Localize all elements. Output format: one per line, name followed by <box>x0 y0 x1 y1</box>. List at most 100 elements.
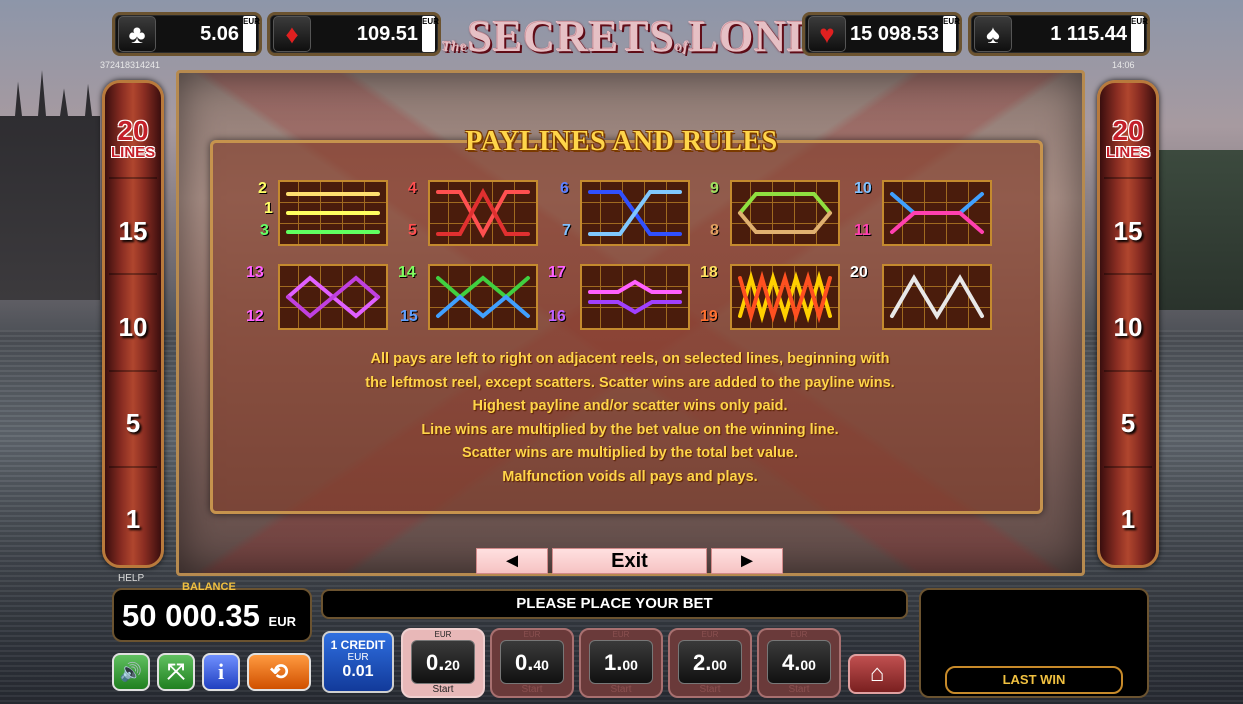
payline-number: 5 <box>408 222 417 239</box>
bet-start-label: Start <box>610 684 632 695</box>
exit-button[interactable]: Exit <box>552 548 707 574</box>
divider <box>1104 370 1152 372</box>
bet-button-0-20[interactable]: EUR 0.20 Start <box>401 628 485 698</box>
heart-icon: ♥ <box>808 16 846 52</box>
payline-diagram <box>580 180 690 246</box>
bet-start-label: Start <box>432 684 454 695</box>
jackpot-currency: EUR <box>1131 16 1148 52</box>
lines-option-1[interactable]: 1 <box>1100 504 1156 535</box>
jackpot-value: 5.06 <box>200 22 239 45</box>
info-button[interactable]: i <box>202 653 240 691</box>
fullscreen-icon: ⤧ <box>167 659 185 684</box>
credit-value-button[interactable]: 1 CREDIT EUR 0.01 <box>322 631 394 693</box>
lines-option-15[interactable]: 15 <box>1100 216 1156 247</box>
divider <box>1104 273 1152 275</box>
bet-currency: EUR <box>790 630 808 639</box>
payline-diagram <box>580 264 690 330</box>
payline-number: 17 <box>548 264 566 281</box>
lines-option-1[interactable]: 1 <box>105 504 161 535</box>
bet-button-1-00[interactable]: EUR 1.00 Start <box>579 628 663 698</box>
next-page-button[interactable]: ► <box>711 548 783 574</box>
jackpot-bar: ♣ 5.06 EUR ♦ 109.51 EUR TheSECRETSofLOND… <box>112 10 1152 61</box>
payline-number: 19 <box>700 308 718 325</box>
sound-button[interactable]: 🔊 <box>112 653 150 691</box>
divider <box>1104 466 1152 468</box>
session-id: 372418314241 <box>100 60 161 70</box>
payline-number: 3 <box>260 222 269 239</box>
bridge-silhouette <box>1153 150 1243 310</box>
payline-number: 7 <box>562 222 571 239</box>
balance-value: 50 000.35 EUR <box>122 598 296 634</box>
club-icon: ♣ <box>118 16 156 52</box>
credit-value: 0.01 <box>342 663 374 680</box>
payline-diagram <box>278 180 388 246</box>
rule-line: All pays are left to right on adjacent r… <box>370 351 890 367</box>
payline-number: 1 <box>264 200 273 217</box>
help-label[interactable]: HELP <box>118 573 144 584</box>
payline-number: 13 <box>246 264 264 281</box>
bet-decimals: 00 <box>800 657 816 673</box>
bet-button-4-00[interactable]: EUR 4.00 Start <box>757 628 841 698</box>
rule-line: the leftmost reel, except scatters. Scat… <box>365 374 895 391</box>
credit-currency: EUR <box>347 652 369 663</box>
balance-label: BALANCE <box>182 581 236 593</box>
payline-diagram <box>428 264 538 330</box>
fullscreen-button[interactable]: ⤧ <box>157 653 195 691</box>
bet-button-2-00[interactable]: EUR 2.00 Start <box>668 628 752 698</box>
divider <box>109 370 157 372</box>
bet-start-label: Start <box>788 684 810 695</box>
paylines-grid: 2 1 3 4 5 6 7 9 8 10 11 13 12 14 15 17 1… <box>246 178 1010 338</box>
lines-option-10[interactable]: 10 <box>1100 312 1156 343</box>
autoplay-icon: ⟲ <box>269 659 289 684</box>
divider <box>109 466 157 468</box>
rule-line: Malfunction voids all pays and plays. <box>502 468 758 485</box>
spade-icon: ♠ <box>974 16 1012 52</box>
payline-number: 18 <box>700 264 718 281</box>
balance-amount: 50 000.35 <box>122 598 260 633</box>
bet-decimals: 20 <box>444 657 460 673</box>
jackpot-heart: ♥ 15 098.53 EUR <box>802 12 962 56</box>
prev-page-button[interactable]: ◄ <box>476 548 548 574</box>
payline-diagram <box>730 264 840 330</box>
home-button[interactable]: ⌂ <box>848 654 906 694</box>
lines-option-10[interactable]: 10 <box>105 312 161 343</box>
jackpot-diamond: ♦ 109.51 EUR <box>267 12 441 56</box>
bet-start-label: Start <box>699 684 721 695</box>
bet-decimals: 00 <box>622 657 638 673</box>
game-logo: TheSECRETSofLONDON <box>442 10 887 64</box>
bet-value: 0.20 <box>411 640 475 684</box>
divider <box>109 177 157 179</box>
last-win-label: LAST WIN <box>945 666 1123 694</box>
bet-button-0-40[interactable]: EUR 0.40 Start <box>490 628 574 698</box>
lines-option-5[interactable]: 5 <box>105 408 161 439</box>
autoplay-button[interactable]: ⟲ <box>247 653 311 691</box>
jackpot-value: 15 098.53 <box>850 22 939 45</box>
logo-of: of <box>675 40 689 55</box>
jackpot-club: ♣ 5.06 EUR <box>112 12 262 56</box>
bet-currency: EUR <box>434 630 452 639</box>
rule-line: Highest payline and/or scatter wins only… <box>472 398 788 414</box>
bet-main: 1. <box>604 650 623 675</box>
bet-currency: EUR <box>523 630 541 639</box>
status-message: PLEASE PLACE YOUR BET <box>321 589 908 619</box>
bet-value: 4.00 <box>767 640 831 684</box>
bet-start-label: Start <box>521 684 543 695</box>
bet-main: 2. <box>693 650 712 675</box>
payline-number: 14 <box>398 264 416 281</box>
diamond-icon: ♦ <box>273 16 311 52</box>
payline-number: 9 <box>710 180 719 197</box>
payline-number: 16 <box>548 308 566 325</box>
info-icon: i <box>217 659 225 684</box>
credit-label: 1 CREDIT <box>330 638 386 652</box>
payline-number: 11 <box>854 222 871 239</box>
payline-diagram <box>882 264 992 330</box>
bet-value: 2.00 <box>678 640 742 684</box>
speaker-icon: 🔊 <box>119 661 143 682</box>
clock: 14:06 <box>1112 60 1135 70</box>
lines-option-15[interactable]: 15 <box>105 216 161 247</box>
logo-secrets: SECRETS <box>467 12 676 61</box>
lines-option-5[interactable]: 5 <box>1100 408 1156 439</box>
payline-diagram <box>428 180 538 246</box>
payline-number: 8 <box>710 222 719 239</box>
bet-value: 1.00 <box>589 640 653 684</box>
